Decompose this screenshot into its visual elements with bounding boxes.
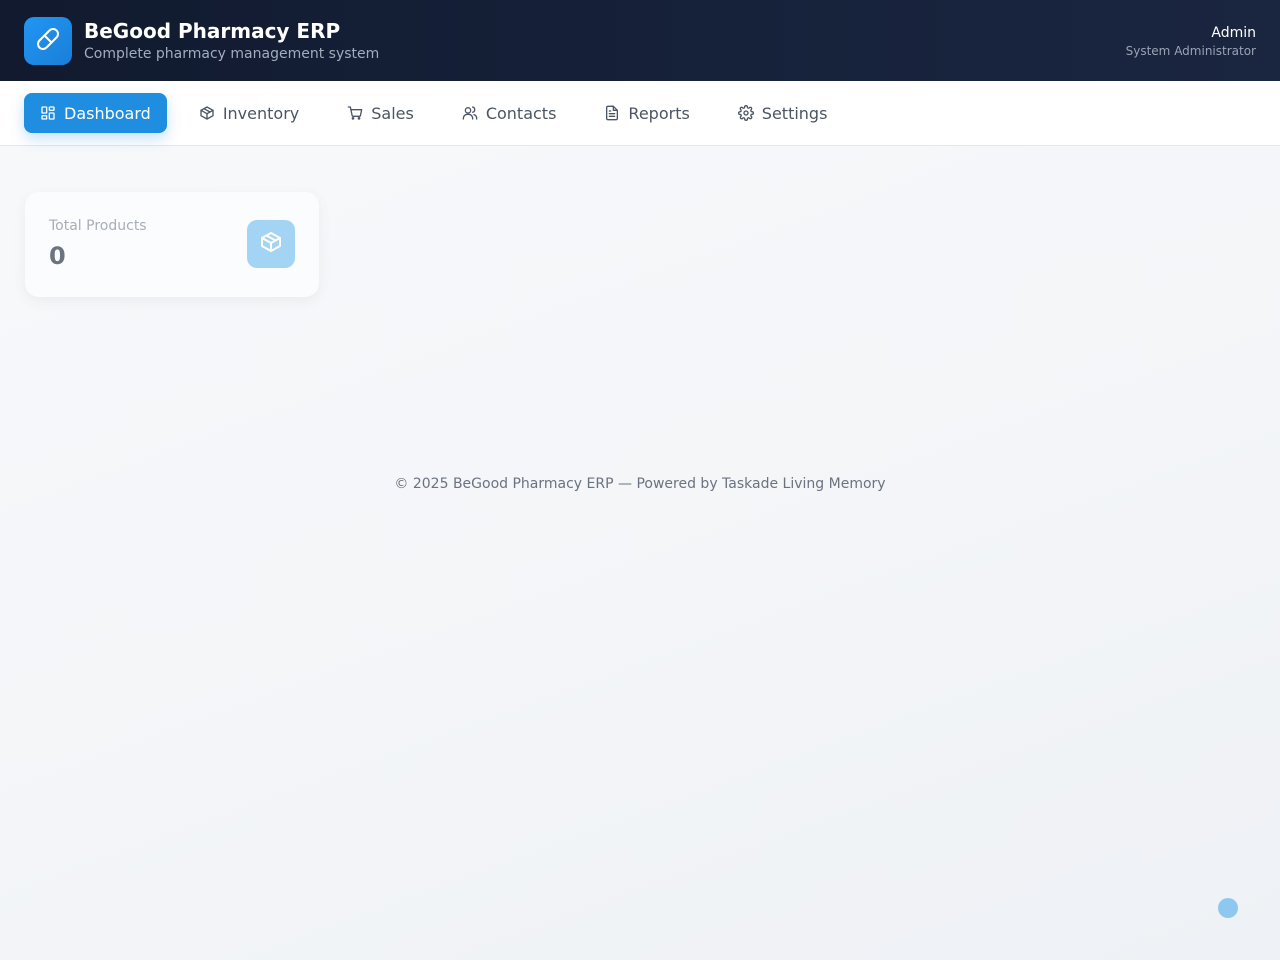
tab-settings[interactable]: Settings	[722, 93, 844, 133]
app-logo[interactable]	[24, 16, 72, 65]
package-icon	[259, 230, 283, 258]
dashboard-icon	[40, 105, 56, 121]
users-icon	[462, 105, 478, 121]
gear-icon	[737, 105, 754, 121]
tab-inventory[interactable]: Inventory	[183, 93, 315, 133]
brand: BeGood Pharmacy ERP Complete pharmacy ma…	[84, 18, 379, 64]
tab-settings-label: Settings	[761, 103, 828, 123]
stat-card-total-products: Total Products 0	[25, 192, 319, 297]
app-title: BeGood Pharmacy ERP	[84, 18, 341, 43]
tab-reports-label: Reports	[628, 103, 690, 123]
floating-chat-button[interactable]	[1218, 898, 1238, 918]
user-info[interactable]: Admin System Administrator	[1126, 23, 1256, 59]
document-icon	[604, 105, 620, 121]
tab-contacts-label: Contacts	[485, 103, 557, 123]
user-role: System Administrator	[1125, 43, 1256, 58]
user-name: Admin	[1211, 24, 1256, 41]
stat-icon-container	[247, 220, 295, 268]
cart-icon	[347, 105, 363, 121]
app-subtitle: Complete pharmacy management system	[84, 45, 380, 62]
tab-sales[interactable]: Sales	[331, 93, 430, 133]
pill-icon	[36, 27, 60, 55]
app-header: BeGood Pharmacy ERP Complete pharmacy ma…	[0, 0, 1280, 81]
tab-dashboard[interactable]: Dashboard	[24, 93, 167, 133]
main-nav: Dashboard Inventory Sales Contacts Repor…	[0, 81, 1280, 146]
tab-dashboard-label: Dashboard	[64, 103, 151, 123]
page: BeGood Pharmacy ERP Complete pharmacy ma…	[0, 0, 1280, 960]
tab-inventory-label: Inventory	[222, 103, 300, 123]
tab-sales-label: Sales	[371, 103, 414, 123]
page-footer: © 2025 BeGood Pharmacy ERP — Powered by …	[394, 476, 886, 492]
tab-reports[interactable]: Reports	[588, 93, 705, 133]
package-icon	[199, 105, 215, 121]
tab-contacts[interactable]: Contacts	[446, 93, 573, 133]
